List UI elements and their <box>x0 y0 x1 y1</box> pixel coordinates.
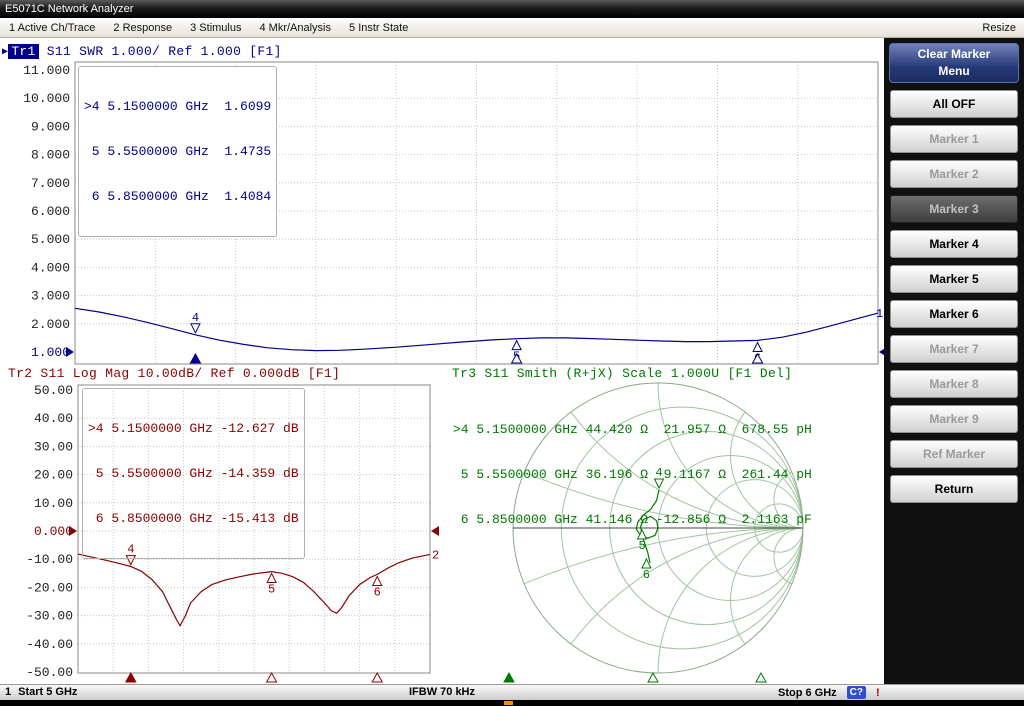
marker-5-label: 5 <box>268 582 275 596</box>
stimulus-marker-5[interactable] <box>267 673 277 682</box>
ref-level-marker-left <box>66 347 74 357</box>
y-tick-label: -30.00 <box>26 609 73 624</box>
y-tick-label: 11.000 <box>23 63 70 78</box>
e5071c-screen: E5071C Network Analyzer 1 Active Ch/Trac… <box>0 0 1024 706</box>
tr1-marker-readout: >4 5.1500000 GHz 1.6099 5 5.5500000 GHz … <box>78 66 277 237</box>
tr1-badge: Tr1 <box>8 44 38 59</box>
y-tick-label: 50.00 <box>34 383 73 398</box>
softkey-marker-9[interactable]: Marker 9 <box>890 405 1018 433</box>
softkey-panel: Clear Marker Menu All OFF Marker 1 Marke… <box>884 38 1024 684</box>
graph-area: ▶Tr1 S11 SWR 1.000/ Ref 1.000 [F1] 11.00… <box>0 38 884 684</box>
marker-readout-line: 6 5.8500000 GHz 1.4084 <box>84 189 271 204</box>
status-ifbw: IFBW 70 kHz <box>409 686 475 698</box>
y-tick-label: 10.000 <box>23 91 70 106</box>
stimulus-marker-6[interactable] <box>756 673 766 682</box>
menu-item-resize[interactable]: Resize <box>974 18 1024 37</box>
y-tick-label: -20.00 <box>26 580 73 595</box>
softkey-marker-1[interactable]: Marker 1 <box>890 125 1018 153</box>
softkey-marker-5[interactable]: Marker 5 <box>890 265 1018 293</box>
status-start: Start 5 GHz <box>18 686 77 698</box>
menu-item-response[interactable]: 2 Response <box>104 18 181 37</box>
status-correction-badge: C? <box>847 686 866 699</box>
tr3-marker-readout: >4 5.1500000 GHz 44.420 Ω 21.957 Ω 678.5… <box>448 390 817 559</box>
marker-6-label: 6 <box>643 568 650 582</box>
y-tick-label: 40.00 <box>34 411 73 426</box>
marker-readout-line: 5 5.5500000 GHz 36.196 Ω 9.1167 Ω 261.44… <box>453 467 812 482</box>
marker-readout-line: >4 5.1500000 GHz 1.6099 <box>84 99 271 114</box>
marker-4-label: 4 <box>192 311 199 325</box>
marker-6-indicator[interactable] <box>753 342 762 351</box>
y-tick-label: 20.00 <box>34 468 73 483</box>
title-bar[interactable]: E5071C Network Analyzer <box>0 0 1024 18</box>
marker-readout-line: 5 5.5500000 GHz -14.359 dB <box>88 466 299 481</box>
status-stop: Stop 6 GHz <box>778 687 837 699</box>
status-channel: 1 <box>5 686 11 698</box>
y-tick-label: 30.00 <box>34 439 73 454</box>
y-tick-label: -40.00 <box>26 637 73 652</box>
softkey-all-off[interactable]: All OFF <box>890 90 1018 118</box>
y-tick-label: 4.000 <box>31 260 70 275</box>
marker-6-label: 6 <box>374 585 381 599</box>
menu-item-instr-state[interactable]: 5 Instr State <box>340 18 417 37</box>
tr2-marker-readout: >4 5.1500000 GHz -12.627 dB 5 5.5500000 … <box>82 388 305 559</box>
tr3-header: Tr3 S11 Smith (R+jX) Scale 1.000U [F1 De… <box>452 366 792 381</box>
stimulus-marker-4[interactable] <box>190 354 200 363</box>
marker-5-indicator[interactable] <box>267 573 276 582</box>
softkey-marker-7[interactable]: Marker 7 <box>890 335 1018 363</box>
softkey-marker-8[interactable]: Marker 8 <box>890 370 1018 398</box>
marker-readout-line: 6 5.8500000 GHz 41.146 Ω -12.856 Ω 2.116… <box>453 512 812 527</box>
y-tick-label: 5.000 <box>31 232 70 247</box>
trace-number-label: 1 <box>876 307 883 321</box>
y-tick-label: 2.000 <box>31 317 70 332</box>
softkey-marker-3[interactable]: Marker 3 <box>890 195 1018 223</box>
menu-item-stimulus[interactable]: 3 Stimulus <box>181 18 250 37</box>
softkey-menu-title: Clear Marker Menu <box>889 43 1019 83</box>
tr3-title: Tr3 S11 Smith (R+jX) Scale 1.000U [F1 De… <box>452 366 792 381</box>
tr2-header: Tr2 S11 Log Mag 10.00dB/ Ref 0.000dB [F1… <box>8 366 340 381</box>
y-tick-label: 8.000 <box>31 148 70 163</box>
status-alert-icon: ! <box>876 687 880 699</box>
tr1-header: ▶Tr1 S11 SWR 1.000/ Ref 1.000 [F1] <box>2 44 282 59</box>
stimulus-marker-4[interactable] <box>504 673 514 682</box>
y-tick-label: -50.00 <box>26 665 73 680</box>
menu-bar: 1 Active Ch/Trace 2 Response 3 Stimulus … <box>0 18 1024 38</box>
ref-level-marker-right <box>431 526 439 536</box>
softkey-menu-title-line2: Menu <box>890 63 1018 80</box>
y-tick-label: 7.000 <box>31 176 70 191</box>
marker-readout-line: >4 5.1500000 GHz 44.420 Ω 21.957 Ω 678.5… <box>453 422 812 437</box>
y-tick-label: 10.00 <box>34 496 73 511</box>
marker-readout-line: 5 5.5500000 GHz 1.4735 <box>84 144 271 159</box>
marker-readout-line: >4 5.1500000 GHz -12.627 dB <box>88 421 299 436</box>
y-tick-label: 3.000 <box>31 289 70 304</box>
y-tick-label: 0.000 <box>34 524 73 539</box>
marker-4-indicator[interactable] <box>191 324 200 333</box>
marker-5-indicator[interactable] <box>512 341 521 350</box>
y-tick-label: 1.000 <box>31 345 70 360</box>
menu-item-mkr-analysis[interactable]: 4 Mkr/Analysis <box>250 18 340 37</box>
softkey-ref-marker[interactable]: Ref Marker <box>890 440 1018 468</box>
bottom-strip <box>0 700 1024 706</box>
ref-level-marker-left <box>69 526 77 536</box>
y-tick-label: 6.000 <box>31 204 70 219</box>
y-tick-label: -10.00 <box>26 552 73 567</box>
softkey-marker-6[interactable]: Marker 6 <box>890 300 1018 328</box>
softkey-marker-4[interactable]: Marker 4 <box>890 230 1018 258</box>
menu-item-active-ch-trace[interactable]: 1 Active Ch/Trace <box>0 18 104 37</box>
status-bar: 1 Start 5 GHz IFBW 70 kHz Stop 6 GHz C? … <box>0 684 1024 700</box>
tr1-title: S11 SWR 1.000/ Ref 1.000 [F1] <box>39 44 282 59</box>
softkey-return[interactable]: Return <box>890 475 1018 503</box>
stimulus-marker-6[interactable] <box>372 673 382 682</box>
marker-6-indicator[interactable] <box>373 576 382 585</box>
marker-readout-line: 6 5.8500000 GHz -15.413 dB <box>88 511 299 526</box>
sweep-indicator <box>504 701 513 705</box>
y-tick-label: 9.000 <box>31 119 70 134</box>
stimulus-marker-5[interactable] <box>648 673 658 682</box>
window-title: E5071C Network Analyzer <box>5 3 133 15</box>
softkey-menu-title-line1: Clear Marker <box>890 46 1018 63</box>
tr2-title: Tr2 S11 Log Mag 10.00dB/ Ref 0.000dB [F1… <box>8 366 340 381</box>
softkey-marker-2[interactable]: Marker 2 <box>890 160 1018 188</box>
stimulus-marker-4[interactable] <box>126 673 136 682</box>
trace-number-label: 2 <box>432 548 439 562</box>
